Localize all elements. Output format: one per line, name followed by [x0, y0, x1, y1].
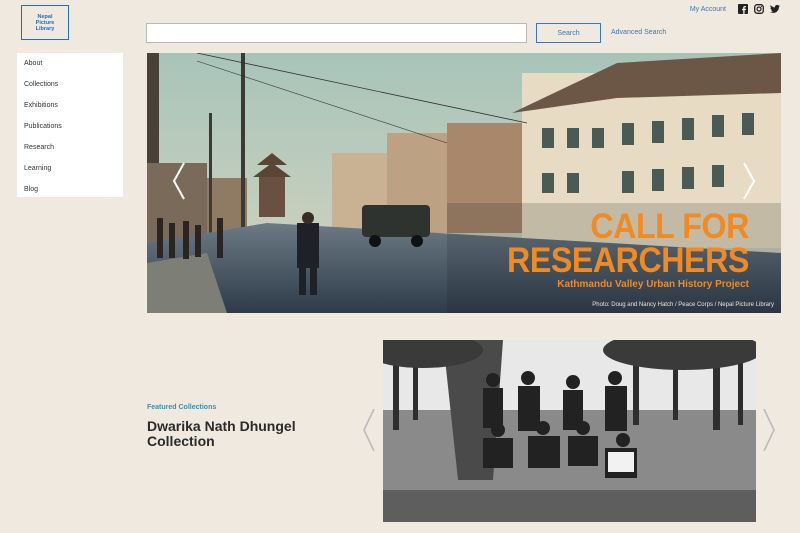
chevron-left-icon: [363, 408, 375, 452]
facebook-icon[interactable]: [738, 4, 748, 14]
my-account-link[interactable]: My Account: [690, 6, 726, 13]
hero-title-line-2: RESEARCHERS: [507, 241, 749, 280]
featured-prev-arrow[interactable]: [360, 406, 378, 454]
sidebar-item-collections[interactable]: Collections: [17, 74, 123, 95]
search-button[interactable]: Search: [536, 23, 601, 43]
hero-photo-credit: Photo: Doug and Nancy Hatch / Peace Corp…: [592, 302, 774, 308]
featured-label: Featured Collections: [147, 404, 217, 411]
search-input[interactable]: [146, 23, 527, 43]
hero-prev-arrow[interactable]: [169, 161, 189, 201]
featured-next-arrow[interactable]: [760, 406, 778, 454]
sidebar-item-exhibitions[interactable]: Exhibitions: [17, 95, 123, 116]
chevron-right-icon: [743, 162, 756, 200]
sidebar-item-research[interactable]: Research: [17, 137, 123, 158]
sidebar-item-blog[interactable]: Blog: [17, 179, 123, 200]
hero-next-arrow[interactable]: [739, 161, 759, 201]
hero-title: CALL FOR RESEARCHERS: [507, 207, 749, 280]
featured-collection-photo[interactable]: [383, 340, 756, 522]
chevron-left-icon: [172, 162, 185, 200]
hero-subtitle: Kathmandu Valley Urban History Project: [557, 279, 749, 290]
sidebar-item-publications[interactable]: Publications: [17, 116, 123, 137]
twitter-icon[interactable]: [770, 4, 780, 14]
hero-title-line-1: CALL FOR: [590, 207, 749, 246]
top-links: My Account: [690, 4, 780, 14]
featured-title[interactable]: Dwarika Nath Dhungel Collection: [147, 419, 327, 449]
sidebar-item-about[interactable]: About: [17, 53, 123, 74]
chevron-right-icon: [763, 408, 775, 452]
featured-photo: [383, 340, 756, 522]
hero-banner[interactable]: CALL FOR RESEARCHERS Kathmandu Valley Ur…: [147, 53, 781, 313]
logo-line-3: Library: [35, 25, 55, 32]
site-logo[interactable]: Nepal Picture Library: [21, 5, 69, 40]
sidebar-item-learning[interactable]: Learning: [17, 158, 123, 179]
advanced-search-link[interactable]: Advanced Search: [611, 29, 666, 36]
instagram-icon[interactable]: [754, 4, 764, 14]
sidebar-nav: About Collections Exhibitions Publicatio…: [17, 53, 123, 197]
